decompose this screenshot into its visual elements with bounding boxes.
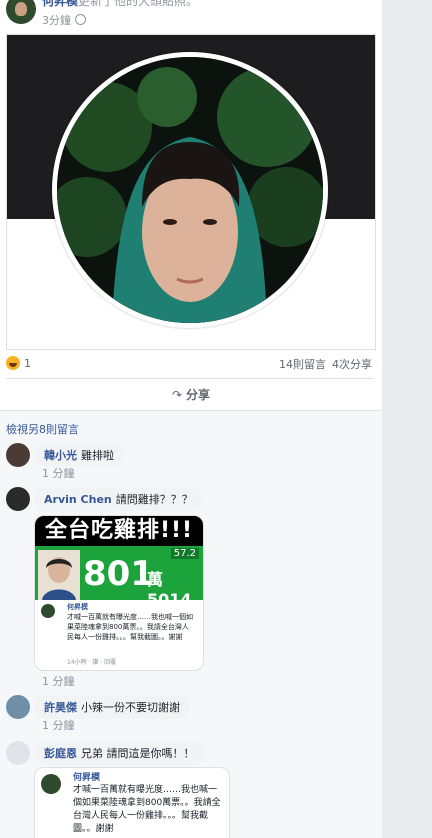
comment-bubble: Arvin Chen 請問雞排？？？: [34, 487, 203, 511]
quoted-avatar: [41, 774, 61, 794]
commenter-name[interactable]: Arvin Chen: [44, 493, 112, 506]
post-timestamp[interactable]: 3分鐘: [42, 14, 71, 27]
reaction-count: 1: [24, 357, 31, 370]
comment-timestamp[interactable]: 1 分鐘: [42, 717, 75, 733]
comment-timestamp[interactable]: 1 分鐘: [42, 673, 75, 689]
post-card: 何昇模更新了他的大頭貼照。 3分鐘 ··· 1 14則留言 4次分享 ↷ 分享 …: [0, 0, 382, 838]
divider: [6, 378, 374, 379]
share-label: 分享: [186, 388, 211, 402]
post-action: 更新了他的大頭貼照。: [78, 0, 199, 8]
comment-text: 雞排啦: [81, 449, 114, 462]
comment-text: 兄弟 請問這是你嗎！！: [81, 747, 195, 760]
commenter-name[interactable]: 彭庭恩: [44, 747, 77, 760]
quoted-comment: 何昇模 才喊一百萬就有曝光度……我也喊一個如果菜陸魂拿到800萬票。。我請全台灣…: [37, 602, 199, 668]
quoted-avatar: [41, 604, 55, 618]
comment-bubble: 許昊傑 小辣一份不要切謝謝: [34, 695, 190, 719]
comment-image[interactable]: 何昇模 才喊一百萬就有曝光度……我也喊一個如果菜陸魂拿到800萬票。。我請全台灣…: [34, 767, 230, 838]
meme-title: 全台吃雞排!!!: [35, 516, 203, 546]
quoted-text: 才喊一百萬就有曝光度……我也喊一個如果菜陸魂拿到800萬票。。我請全台灣人民每人…: [73, 785, 221, 834]
quoted-name: 何昇模: [67, 603, 88, 611]
comment-text: 請問雞排？？？: [115, 493, 193, 506]
share-count-link[interactable]: 4次分享: [332, 358, 372, 371]
profile-photo[interactable]: [57, 57, 323, 323]
globe-icon: [75, 14, 86, 25]
vote-count-main: 801: [83, 554, 154, 594]
haha-emoji-icon: [6, 356, 20, 370]
author-name[interactable]: 何昇模: [42, 0, 78, 8]
view-more-comments-link[interactable]: 檢視另8則留言: [6, 421, 79, 437]
quoted-text: 才喊一百萬就有曝光度……我也喊一個如果菜陸魂拿到800萬票。。我請全台灣人民每人…: [67, 613, 193, 641]
right-rail: [382, 0, 432, 838]
more-options-icon[interactable]: ···: [360, 0, 376, 8]
commenter-avatar[interactable]: [6, 695, 30, 719]
comment-bubble: 韓小光 雞排啦: [34, 443, 124, 467]
commenter-avatar[interactable]: [6, 443, 30, 467]
reactions-summary[interactable]: 1: [6, 356, 31, 370]
candidate-photo: [38, 550, 80, 600]
comment-bubble: 彭庭恩 兄弟 請問這是你嗎！！: [34, 741, 205, 765]
share-arrow-icon: ↷: [171, 388, 183, 402]
commenter-name[interactable]: 許昊傑: [44, 701, 77, 714]
share-button[interactable]: ↷ 分享: [0, 386, 382, 403]
comment-timestamp[interactable]: 1 分鐘: [42, 465, 75, 481]
comments-section: 檢視另8則留言 韓小光 雞排啦 1 分鐘 Arvin Chen 請問雞排？？？ 全台…: [0, 410, 382, 838]
comment-image[interactable]: 全台吃雞排!!! 57.2 801 萬5014 何昇模 才喊一百萬就有曝光度………: [34, 515, 204, 671]
post-author-line: 何昇模更新了他的大頭貼照。: [42, 0, 198, 9]
comment-text: 小辣一份不要切謝謝: [81, 701, 180, 714]
commenter-name[interactable]: 韓小光: [44, 449, 77, 462]
post-time-line: 3分鐘: [42, 12, 86, 28]
commenter-avatar[interactable]: [6, 741, 30, 765]
engagement-counts: 14則留言 4次分享: [273, 356, 372, 372]
commenter-avatar[interactable]: [6, 487, 30, 511]
comment-count-link[interactable]: 14則留言: [279, 358, 326, 371]
author-avatar[interactable]: [6, 0, 36, 24]
profile-picture-post[interactable]: [6, 34, 376, 350]
profile-picture-frame: [52, 52, 328, 328]
quoted-footer: 14小時 · 讚 · 回覆: [67, 659, 117, 666]
vote-percent: 57.2: [170, 548, 199, 559]
